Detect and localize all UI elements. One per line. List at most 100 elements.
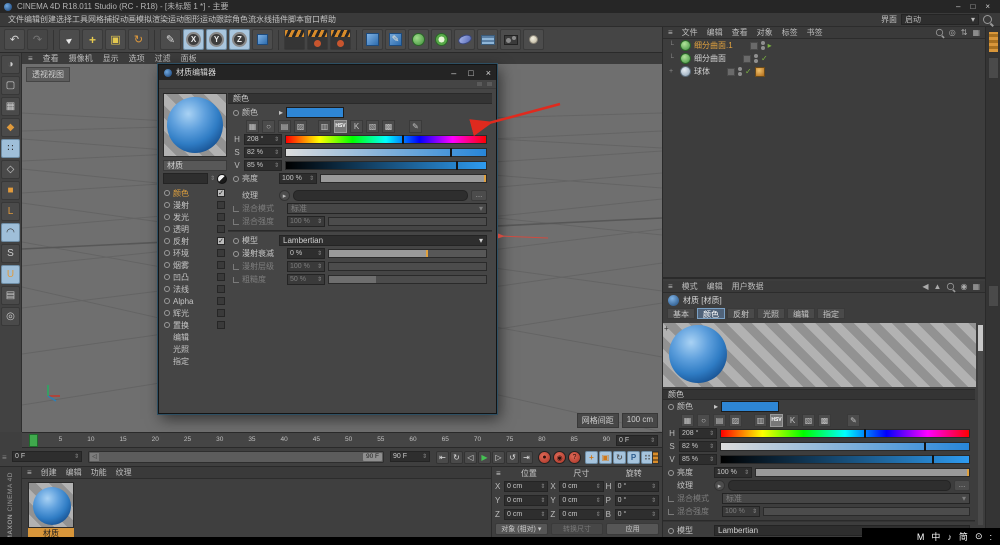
object-state-icon[interactable] (727, 68, 735, 76)
material-preview[interactable] (163, 93, 227, 157)
saturation-slider[interactable] (285, 148, 487, 157)
texture-browse-button[interactable]: … (471, 190, 487, 201)
rgb-mode-icon[interactable]: ▥ (318, 120, 331, 133)
preview-mode-icon[interactable] (217, 174, 227, 184)
expand-icon[interactable]: + (669, 68, 677, 75)
range-right-handle[interactable]: 90 F (363, 453, 382, 461)
panel-grip-icon[interactable]: ≡ (668, 28, 673, 37)
floor-button[interactable] (477, 29, 498, 50)
frame-range-slider[interactable]: ◁ 90 F (88, 451, 384, 463)
spinner-icon[interactable]: ⇕ (74, 453, 79, 460)
autokey-help-button[interactable]: ? (568, 451, 581, 464)
layout-tab[interactable] (988, 285, 999, 307)
object-name[interactable]: 球体 (694, 66, 710, 77)
color-wheel-icon[interactable]: ○ (697, 414, 710, 427)
transport-grip-icon[interactable]: ≡ (2, 453, 7, 462)
search-icon[interactable] (983, 15, 992, 24)
maximize-button[interactable]: □ (970, 2, 975, 11)
close-button[interactable]: × (985, 2, 990, 11)
channel-label[interactable]: 凹凸 (173, 272, 189, 283)
channel-row[interactable]: 反射 (163, 235, 227, 247)
search-icon[interactable] (936, 29, 943, 36)
attribute-tab[interactable]: 颜色 (697, 308, 725, 319)
rotation-field[interactable]: 0 °⇕ (615, 495, 659, 506)
hsv-mode-icon[interactable]: HSV (770, 414, 783, 427)
history-back-icon[interactable]: ◀ (922, 282, 928, 291)
spectrum-icon[interactable]: ▤ (278, 120, 291, 133)
edges-mode-button[interactable]: ◇ (1, 160, 20, 179)
hue-field[interactable]: 208 °⇕ (679, 428, 717, 439)
channel-label[interactable]: 反射 (173, 236, 189, 247)
material-menu-item[interactable]: 纹理 (116, 467, 132, 478)
coordinate-system-button[interactable] (252, 29, 273, 50)
object-menu-item[interactable]: 书签 (807, 27, 823, 38)
spline-pen-button[interactable]: ✎ (385, 29, 406, 50)
size-field[interactable]: 0 cm⇕ (559, 509, 603, 520)
next-frame-button[interactable]: ▷ (492, 451, 505, 464)
compact-picker-icon[interactable]: ▦ (681, 414, 694, 427)
attribute-menu-item[interactable]: 用户数据 (732, 281, 764, 292)
menu-item[interactable]: 脚本 (288, 15, 304, 24)
object-row[interactable]: └ 细分曲面.1 ▸ (663, 39, 985, 52)
brightness-slider[interactable] (320, 174, 487, 183)
minimize-button[interactable]: – (956, 2, 960, 11)
key-rotation-toggle[interactable]: ↻ (613, 451, 626, 464)
object-name[interactable]: 细分曲面.1 (694, 40, 733, 51)
channel-radio-icon[interactable] (164, 286, 170, 292)
object-menu-item[interactable]: 对象 (757, 27, 773, 38)
object-menu-item[interactable]: 编辑 (707, 27, 723, 38)
mixer-mode-icon[interactable]: ▩ (818, 414, 831, 427)
generators-button[interactable] (408, 29, 429, 50)
hue-slider[interactable] (285, 135, 487, 144)
menu-item[interactable]: 选择 (56, 15, 72, 24)
object-menu-item[interactable]: 查看 (732, 27, 748, 38)
channel-checkbox[interactable] (217, 309, 225, 317)
model-dropdown[interactable]: Lambertian▾ (279, 235, 487, 246)
go-to-end-button[interactable]: ⇥ (520, 451, 533, 464)
texture-field[interactable] (293, 190, 468, 201)
channel-radio-icon[interactable] (164, 322, 170, 328)
object-state-icon[interactable] (750, 42, 758, 50)
material-menu-item[interactable]: 功能 (91, 467, 107, 478)
viewport-menu-item[interactable]: 选项 (129, 53, 145, 64)
hue-field[interactable]: 208 °⇕ (244, 134, 282, 145)
attribute-tab[interactable]: 指定 (817, 308, 845, 319)
channel-label[interactable]: 颜色 (173, 188, 189, 199)
texture-field[interactable] (728, 480, 951, 491)
channel-label[interactable]: 烟雾 (173, 260, 189, 271)
channel-page-row[interactable]: 编辑 (163, 331, 227, 343)
channel-row[interactable]: 环境 (163, 247, 227, 259)
lock-icon[interactable] (486, 81, 493, 87)
channel-radio-icon[interactable] (164, 202, 170, 208)
expand-preview-icon[interactable]: + (664, 324, 669, 333)
primitive-cube-button[interactable] (362, 29, 383, 50)
image-picker-icon[interactable]: ▨ (294, 120, 307, 133)
apply-button[interactable]: 应用 (606, 523, 659, 535)
layout-tab[interactable] (988, 31, 999, 53)
channel-radio-icon[interactable] (164, 262, 170, 268)
channel-radio-icon[interactable] (164, 310, 170, 316)
channel-checkbox[interactable] (217, 225, 225, 233)
channel-checkbox[interactable] (217, 189, 225, 197)
color-swatch[interactable] (721, 401, 779, 412)
position-field[interactable]: 0 cm⇕ (504, 495, 548, 506)
sort-icon[interactable]: ⇅ (961, 28, 968, 37)
channel-page-label[interactable]: 指定 (173, 356, 189, 367)
channel-checkbox[interactable] (217, 201, 225, 209)
material-thumbnail[interactable] (28, 482, 74, 528)
key-scale-toggle[interactable]: ▣ (599, 451, 612, 464)
brightness-field[interactable]: 100 %⇕ (714, 467, 752, 478)
dialog-minimize-button[interactable]: – (451, 68, 456, 78)
compact-picker-icon[interactable]: ▦ (246, 120, 259, 133)
menu-item[interactable]: 文件 (8, 15, 24, 24)
enabled-check-icon[interactable]: ▸ (768, 41, 772, 50)
temperature-mode-icon[interactable]: ▧ (366, 120, 379, 133)
channel-row[interactable]: 发光 (163, 211, 227, 223)
channel-page-label[interactable]: 光照 (173, 344, 189, 355)
attribute-tab[interactable]: 基本 (667, 308, 695, 319)
diffuse-falloff-field[interactable]: 0 %⇕ (287, 248, 325, 259)
brightness-field[interactable]: 100 %⇕ (279, 173, 317, 184)
timeline-ruler[interactable]: 051015202530354045505560657075808590 0 F… (22, 432, 662, 448)
position-field[interactable]: 0 cm⇕ (504, 481, 548, 492)
viewport-menu-item[interactable]: 显示 (103, 53, 119, 64)
